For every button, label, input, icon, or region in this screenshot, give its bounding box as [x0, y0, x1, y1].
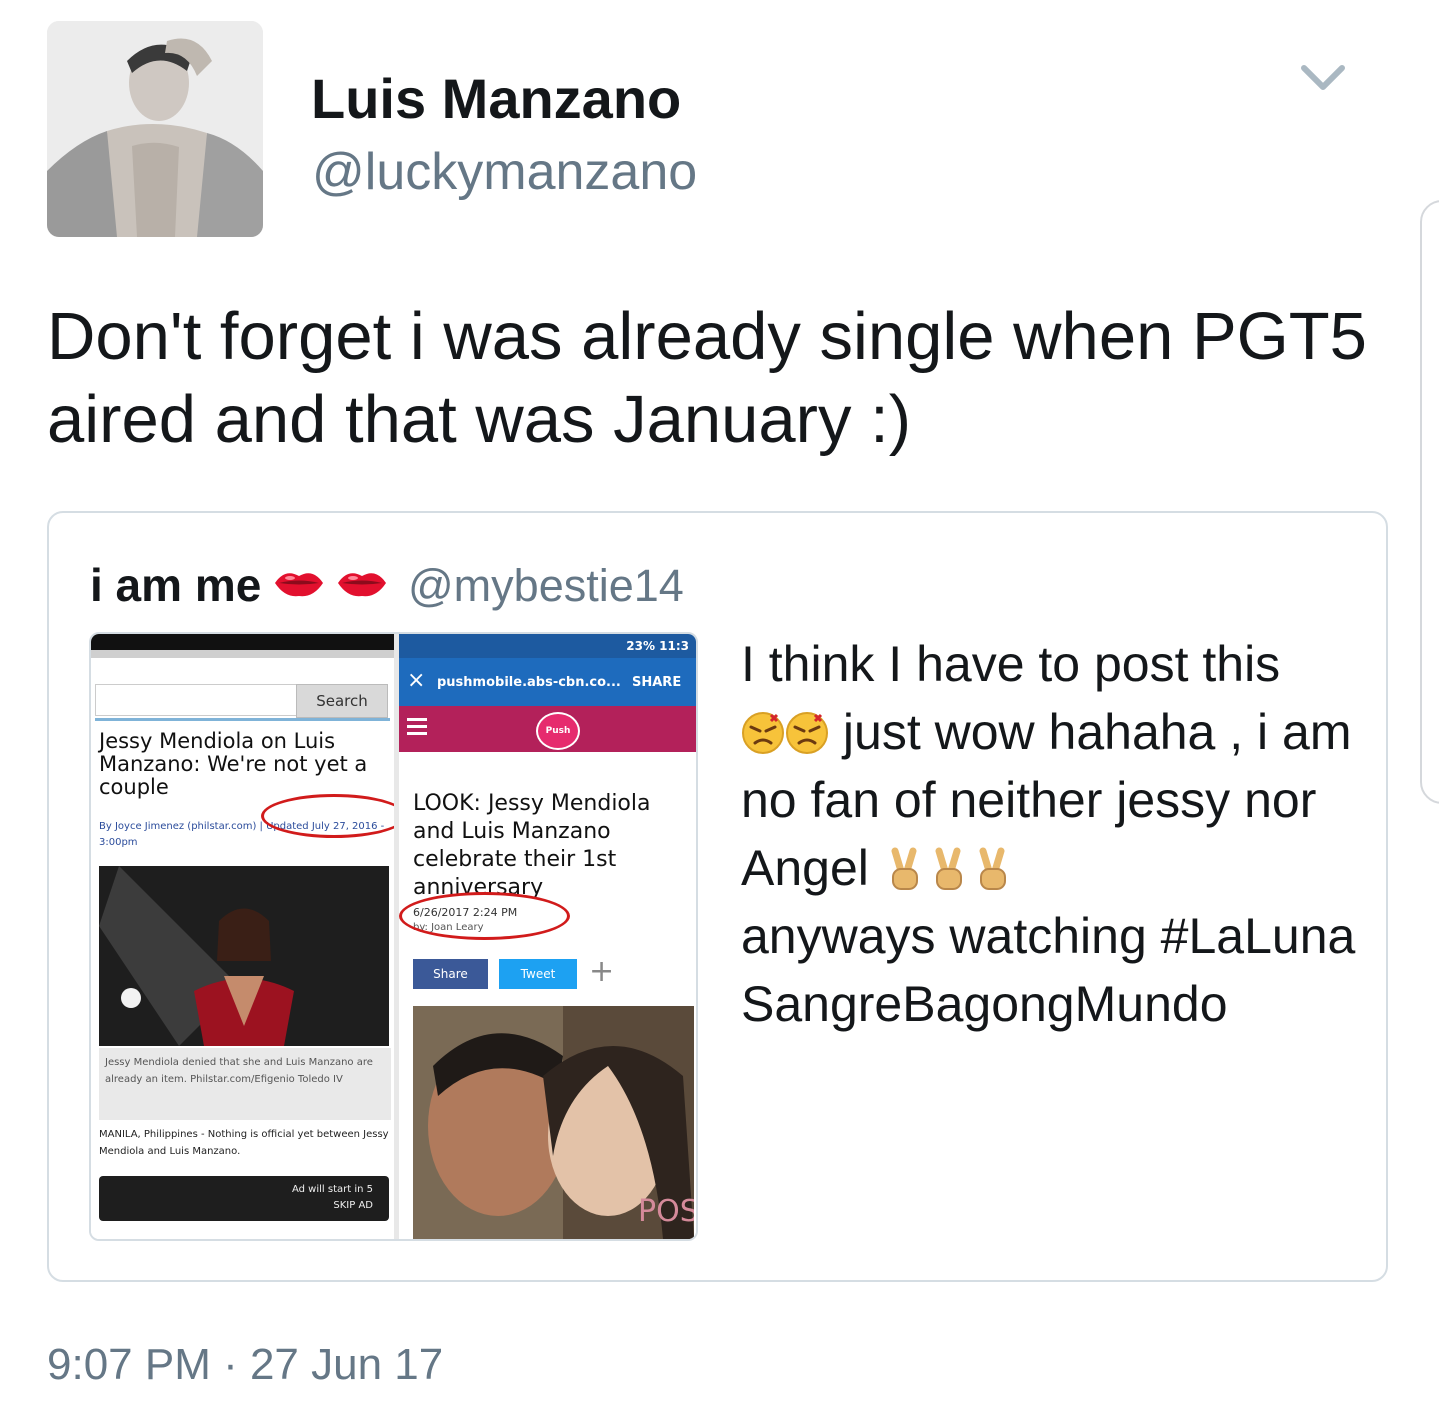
- victory-hand-icon: [927, 840, 971, 890]
- left-body-text: MANILA, Philippines - Nothing is officia…: [99, 1129, 389, 1157]
- search-underline: [95, 718, 390, 721]
- tweet-timestamp[interactable]: 9:07 PM · 27 Jun 17: [47, 1340, 443, 1390]
- status-bar: [91, 634, 394, 650]
- angry-face-icon: [741, 704, 785, 754]
- left-headline: Jessy Mendiola on Luis Manzano: We're no…: [99, 729, 368, 799]
- url-text: pushmobile.abs-cbn.co...: [437, 675, 621, 690]
- status-text: 23% 11:3: [626, 639, 689, 653]
- quoted-media-image[interactable]: Search Jessy Mendiola on Luis Manzano: W…: [89, 632, 698, 1241]
- plus-icon: +: [589, 954, 615, 989]
- share-text: SHARE: [632, 675, 682, 690]
- quoted-text-part-3: anyways watching #LaLunaSangreBagongMund…: [741, 908, 1356, 1032]
- display-name[interactable]: Luis Manzano: [311, 66, 681, 131]
- victory-hand-icon: [883, 840, 927, 890]
- angry-face-icon: [785, 704, 829, 754]
- victory-hand-icon: [971, 840, 1015, 890]
- quoted-text-part-1: I think I have to post this: [741, 636, 1281, 692]
- quoted-user-handle: @mybestie14: [408, 560, 684, 611]
- scroll-edge: [1420, 200, 1439, 804]
- kiss-mark-icon: [273, 566, 325, 600]
- search-field: [95, 684, 297, 716]
- couple-photo: POST: [413, 1006, 694, 1239]
- chevron-down-icon[interactable]: [1298, 60, 1348, 96]
- twitter-tweet-button: Tweet: [499, 959, 577, 989]
- photo-caption: Jessy Mendiola denied that she and Luis …: [99, 1048, 391, 1120]
- skip-ad: SKIP AD: [333, 1200, 373, 1211]
- close-icon: ×: [407, 668, 426, 693]
- quoted-text-part-2: just wow hahaha , i am no fan of neither…: [741, 704, 1352, 896]
- tweet-text: Don't forget i was already single when P…: [47, 299, 1367, 457]
- quoted-tweet-text: I think I have to post this just wow hah…: [741, 630, 1361, 1038]
- ad-countdown: Ad will start in 5: [291, 1184, 373, 1195]
- search-button: Search: [296, 684, 388, 718]
- quoted-display-name: i am me: [90, 559, 262, 611]
- red-circle-annotation: [261, 794, 394, 838]
- watermark: POST: [638, 1194, 694, 1229]
- right-headline: LOOK: Jessy Mendiola and Luis Manzano ce…: [413, 791, 651, 900]
- menu-icon: [407, 718, 427, 721]
- kiss-mark-icon: [336, 566, 388, 600]
- facebook-share-button: Share: [413, 959, 488, 989]
- avatar[interactable]: [47, 21, 263, 237]
- push-logo: Push: [536, 712, 580, 750]
- url-bar: [91, 650, 394, 658]
- red-circle-annotation: [399, 892, 570, 940]
- left-screenshot: Search Jessy Mendiola on Luis Manzano: W…: [91, 634, 394, 1239]
- user-handle[interactable]: @luckymanzano: [312, 142, 697, 202]
- article-photo: [99, 866, 389, 1046]
- right-screenshot: 23% 11:3 × pushmobile.abs-cbn.co... SHAR…: [399, 634, 696, 1239]
